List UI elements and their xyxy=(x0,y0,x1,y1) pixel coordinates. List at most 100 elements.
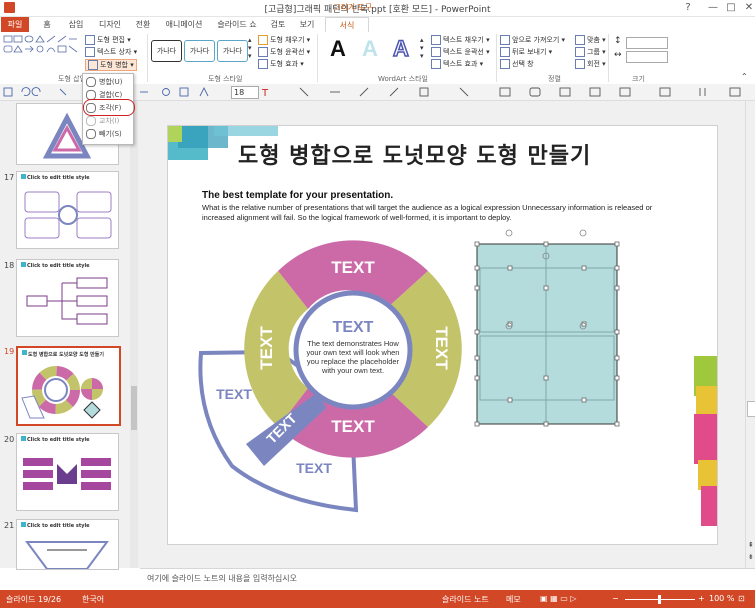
tab-format[interactable]: 서식 xyxy=(325,17,369,33)
prev-slide-icon[interactable]: ⇞ xyxy=(748,541,754,549)
rotate-button[interactable]: 회전 ▾ xyxy=(575,59,606,69)
group-icon xyxy=(575,47,585,57)
subtract-icon xyxy=(86,129,96,139)
gallery-scroll-button[interactable]: ▴ ▾ ▾ xyxy=(248,36,252,60)
menu-item-intersect[interactable]: 교차(I) xyxy=(86,115,131,127)
tab-design[interactable]: 디자인 xyxy=(95,17,125,32)
slide-number: 17 xyxy=(4,173,15,182)
tab-insert[interactable]: 삽입 xyxy=(63,17,89,32)
shape-style-2[interactable]: 가나다 xyxy=(184,40,215,62)
center-body-line: you replace the placeholder xyxy=(307,357,400,366)
thumbnail-title: Click to edit title style xyxy=(27,523,90,529)
notes-placeholder[interactable]: 여기에 슬라이드 노트의 내용을 입력하십시오 xyxy=(147,573,297,584)
language-indicator[interactable]: 한국어 xyxy=(82,594,104,605)
width-input[interactable] xyxy=(626,51,668,63)
shape-outline-button[interactable]: 도형 윤곽선 ▾ xyxy=(258,47,310,57)
zoom-in-icon[interactable]: + xyxy=(698,594,705,603)
slide-number: 19 xyxy=(4,347,15,356)
menu-item-subtract[interactable]: 빼기(S) xyxy=(86,128,131,140)
shape-style-1[interactable]: 가나다 xyxy=(151,40,182,62)
size-group-label: 크기 xyxy=(632,75,645,83)
thumbnail-title: Click to edit title style xyxy=(27,437,90,443)
wedge-label-bottom: TEXT xyxy=(296,460,332,476)
edit-shape-button[interactable]: 도형 편집 ▾ xyxy=(85,35,131,45)
thumbnails-scrollbar[interactable] xyxy=(130,101,138,568)
slide-canvas[interactable]: 도형 병합으로 도넛모양 도형 만들기 The best template fo… xyxy=(167,125,718,545)
tab-home[interactable]: 홈 xyxy=(36,17,58,32)
tab-file[interactable]: 파일 xyxy=(1,17,29,32)
window-title: [고급형]그래픽 패턴의 반복.ppt [호환 모드] - PowerPoint xyxy=(264,5,491,15)
close-button[interactable]: ✕ xyxy=(736,0,755,16)
shape-gallery-icon[interactable] xyxy=(3,35,81,67)
bring-forward-icon xyxy=(500,35,510,45)
notes-toggle[interactable]: 슬라이드 노트 xyxy=(442,594,489,605)
height-icon: ↕ xyxy=(614,36,622,46)
slide-counter: 슬라이드 19/26 xyxy=(6,595,62,604)
shape-effects-button[interactable]: 도형 효과 ▾ xyxy=(258,59,304,69)
slide-thumbnails-pane: 17 Click to edit title style 18 Click to… xyxy=(0,101,141,570)
editor-scroll-thumb[interactable] xyxy=(747,401,755,417)
wordart-style-1[interactable]: A xyxy=(330,36,346,62)
align-icon xyxy=(575,35,585,45)
tab-view[interactable]: 보기 xyxy=(295,17,319,32)
effects-icon xyxy=(258,59,268,69)
slide-thumbnail-20[interactable]: Click to edit title style xyxy=(16,433,119,511)
selection-pane-button[interactable]: 선택 창 xyxy=(500,59,534,69)
collapse-ribbon-icon[interactable]: ⌃ xyxy=(741,72,748,81)
tab-review[interactable]: 검토 xyxy=(266,17,290,32)
tab-slideshow[interactable]: 슬라이드 쇼 xyxy=(212,17,262,32)
selected-grid-shapes[interactable] xyxy=(474,229,620,427)
slide-thumbnail-19[interactable]: 도형 병합으로 도넛모양 도형 만들기 xyxy=(16,346,121,426)
wordart-style-2[interactable]: A xyxy=(362,36,378,62)
divider xyxy=(147,34,148,82)
next-slide-icon[interactable]: ⇟ xyxy=(748,553,754,561)
align-button[interactable]: 맞춤 ▾ xyxy=(575,35,606,45)
width-icon: ↔ xyxy=(614,50,622,60)
slide-number: 18 xyxy=(4,261,15,270)
slide-thumbnail-18[interactable]: Click to edit title style xyxy=(16,259,119,337)
segment-label-right: TEXT xyxy=(432,326,451,370)
view-buttons-icon[interactable]: ▣ ▦ ▭ ▷ xyxy=(540,594,576,603)
wordart-scroll-button[interactable]: ▴ ▾ ▾ xyxy=(420,36,424,60)
thumbnail-title: 도형 병합으로 도넛모양 도형 만들기 xyxy=(28,352,104,358)
text-effects-button[interactable]: 텍스트 효과 ▾ xyxy=(431,59,483,69)
fit-slide-icon[interactable]: ⊡ xyxy=(738,594,745,603)
shape-styles-group-label: 도형 스타일 xyxy=(208,75,243,83)
editor-scrollbar[interactable]: ⇞ ⇟ xyxy=(745,101,755,568)
text-outline-icon xyxy=(431,47,441,57)
text-fill-button[interactable]: 텍스트 채우기 ▾ xyxy=(431,35,490,45)
segment-label-bottom: TEXT xyxy=(331,417,375,436)
menu-item-union[interactable]: 병합(U) xyxy=(86,76,131,88)
tab-transitions[interactable]: 전환 xyxy=(130,17,156,32)
thumbnail-title: Click to edit title style xyxy=(27,175,90,181)
fragment-highlight-circle xyxy=(83,99,135,116)
notes-pane[interactable]: 여기에 슬라이드 노트의 내용을 입력하십시오 xyxy=(140,568,755,591)
slide-thumbnail-21[interactable]: Click to edit title style xyxy=(16,519,119,570)
bring-forward-button[interactable]: 앞으로 가져오기 ▾ xyxy=(500,35,565,45)
text-outline-button[interactable]: 텍스트 윤곽선 ▾ xyxy=(431,47,490,57)
send-backward-button[interactable]: 뒤로 보내기 ▾ xyxy=(500,47,552,57)
segment-label-top: TEXT xyxy=(331,258,375,277)
shape-fill-button[interactable]: 도형 채우기 ▾ xyxy=(258,35,310,45)
segment-label-left: TEXT xyxy=(257,326,276,370)
group-button[interactable]: 그룹 ▾ xyxy=(575,47,606,57)
divider xyxy=(317,34,318,82)
slide-thumbnail-17[interactable]: Click to edit title style xyxy=(16,171,119,249)
wordart-style-3[interactable]: A xyxy=(392,35,409,62)
tab-animations[interactable]: 애니메이션 xyxy=(160,17,208,32)
shape-style-3[interactable]: 가나다 xyxy=(217,40,248,62)
text-box-button[interactable]: 텍스트 상자 ▾ xyxy=(85,47,137,57)
font-size-box[interactable]: 18 xyxy=(231,86,259,99)
zoom-level[interactable]: 100 % xyxy=(709,594,734,603)
ribbon-tabs: 파일 홈 삽입 디자인 전환 애니메이션 슬라이드 쇼 검토 보기 서식 xyxy=(0,17,755,33)
help-icon[interactable]: ? xyxy=(675,0,701,16)
center-title: TEXT xyxy=(333,319,374,336)
height-input[interactable] xyxy=(626,37,668,49)
union-icon xyxy=(86,77,96,87)
merge-shapes-button[interactable]: 도형 병합 ▾ xyxy=(85,59,137,71)
zoom-out-icon[interactable]: − xyxy=(612,594,619,603)
zoom-slider-thumb[interactable] xyxy=(658,595,661,604)
paint-bucket-icon xyxy=(258,35,268,45)
thumbnails-scroll-thumb[interactable] xyxy=(131,386,137,430)
comments-toggle[interactable]: 메모 xyxy=(506,594,521,605)
